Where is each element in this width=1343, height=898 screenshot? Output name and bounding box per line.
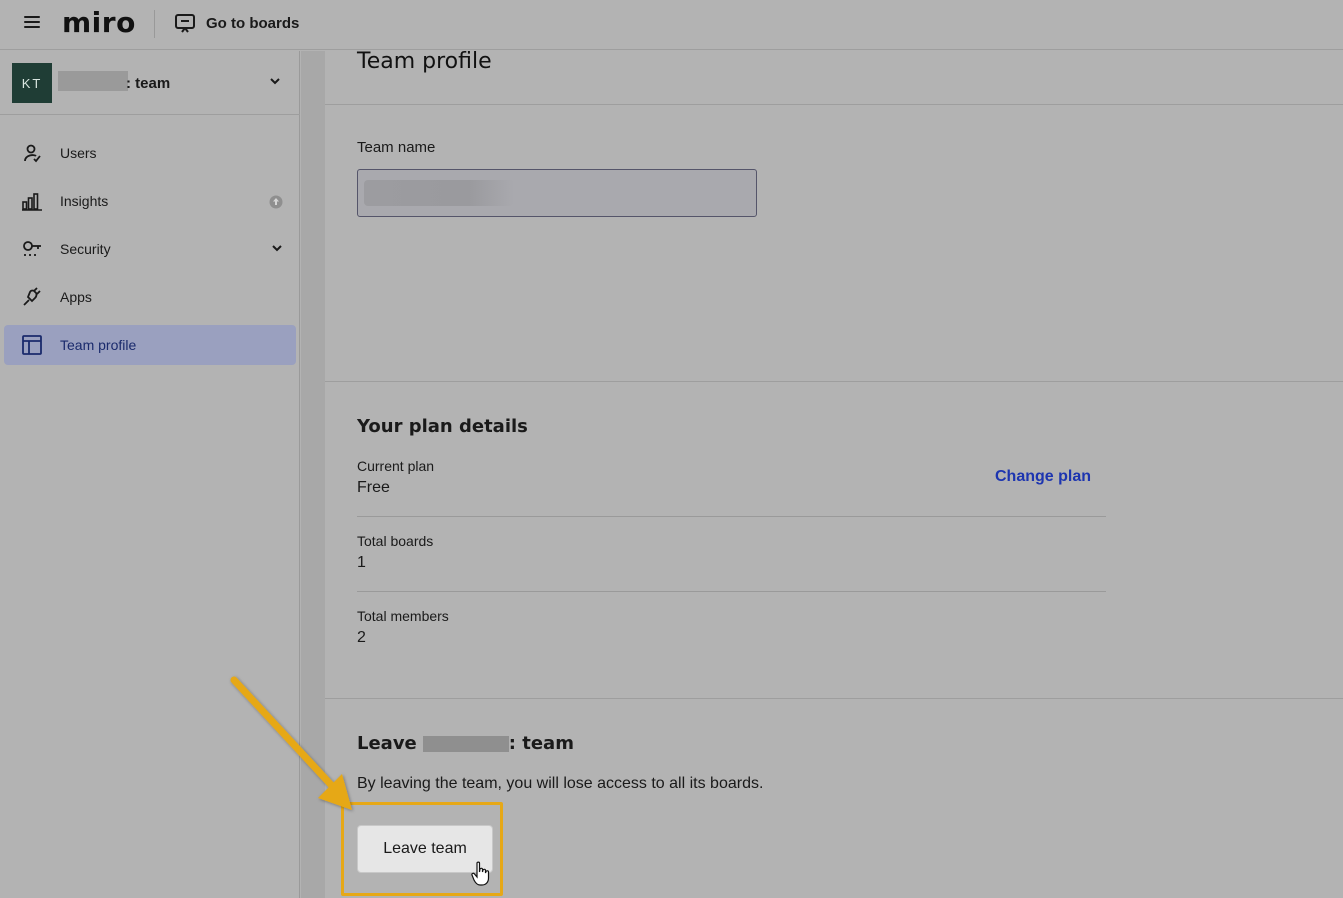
sidebar-item-label: Insights <box>60 193 109 209</box>
bar-chart-icon <box>22 193 42 211</box>
divider <box>357 516 1106 517</box>
key-icon <box>23 241 41 256</box>
total-boards-value: 1 <box>357 554 366 571</box>
divider <box>325 104 1343 105</box>
sidebar-item-label: Security <box>60 241 111 257</box>
divider <box>325 698 1343 699</box>
total-members-label: Total members <box>357 608 449 624</box>
sidebar-item-users[interactable]: Users <box>4 133 296 173</box>
go-to-boards-label: Go to boards <box>206 14 300 32</box>
page-title: Team profile <box>357 49 492 74</box>
scroll-gutter <box>301 51 325 898</box>
hand-cursor-icon <box>471 861 490 886</box>
sidebar-item-security[interactable]: Security <box>4 229 296 269</box>
sidebar-item-insights[interactable]: Insights <box>4 181 296 221</box>
current-plan-value: Free <box>357 479 390 496</box>
total-boards-label: Total boards <box>357 533 434 549</box>
redacted-team-name <box>422 735 509 752</box>
go-to-boards-button[interactable]: Go to boards <box>174 10 299 36</box>
redacted-team-name <box>58 71 128 91</box>
team-name-suffix: : team <box>126 75 171 92</box>
chevron-down-icon <box>272 245 282 252</box>
main-content: Team profile Team name Your plan details… <box>325 49 1343 898</box>
team-name-label: Team name <box>357 139 436 156</box>
sidebar-item-label: Users <box>60 145 97 161</box>
sidebar: KT : team Users Insights Security Apps T… <box>0 51 300 898</box>
divider <box>325 381 1343 382</box>
leave-team-description: By leaving the team, you will lose acces… <box>357 775 764 792</box>
sidebar-item-team-profile[interactable]: Team profile <box>4 325 296 365</box>
chevron-down-icon <box>270 78 280 85</box>
upgrade-icon <box>269 195 283 209</box>
sidebar-item-label: Apps <box>60 289 92 305</box>
redacted-team-name <box>364 180 514 206</box>
leave-title-prefix: Leave <box>357 733 417 754</box>
user-icon <box>24 144 41 163</box>
leave-title-suffix: : team <box>508 733 574 754</box>
current-plan-label: Current plan <box>357 458 435 474</box>
sidebar-item-label: Team profile <box>60 337 137 353</box>
divider <box>154 10 155 38</box>
layout-icon <box>22 335 42 355</box>
divider <box>357 591 1106 592</box>
team-switcher[interactable]: KT : team <box>0 51 300 115</box>
sidebar-item-apps[interactable]: Apps <box>4 277 296 317</box>
board-icon <box>175 14 195 33</box>
change-plan-link[interactable]: Change plan <box>995 468 1091 486</box>
miro-logo[interactable]: miro <box>62 6 136 39</box>
team-avatar: KT <box>12 63 52 103</box>
plug-icon <box>23 287 41 306</box>
top-bar: miro Go to boards <box>0 0 1343 50</box>
team-name-input[interactable] <box>357 169 757 217</box>
hamburger-menu-icon[interactable] <box>22 13 42 33</box>
leave-team-title: Leave : team <box>357 733 574 754</box>
plan-details-title: Your plan details <box>357 416 528 437</box>
total-members-value: 2 <box>357 629 366 646</box>
